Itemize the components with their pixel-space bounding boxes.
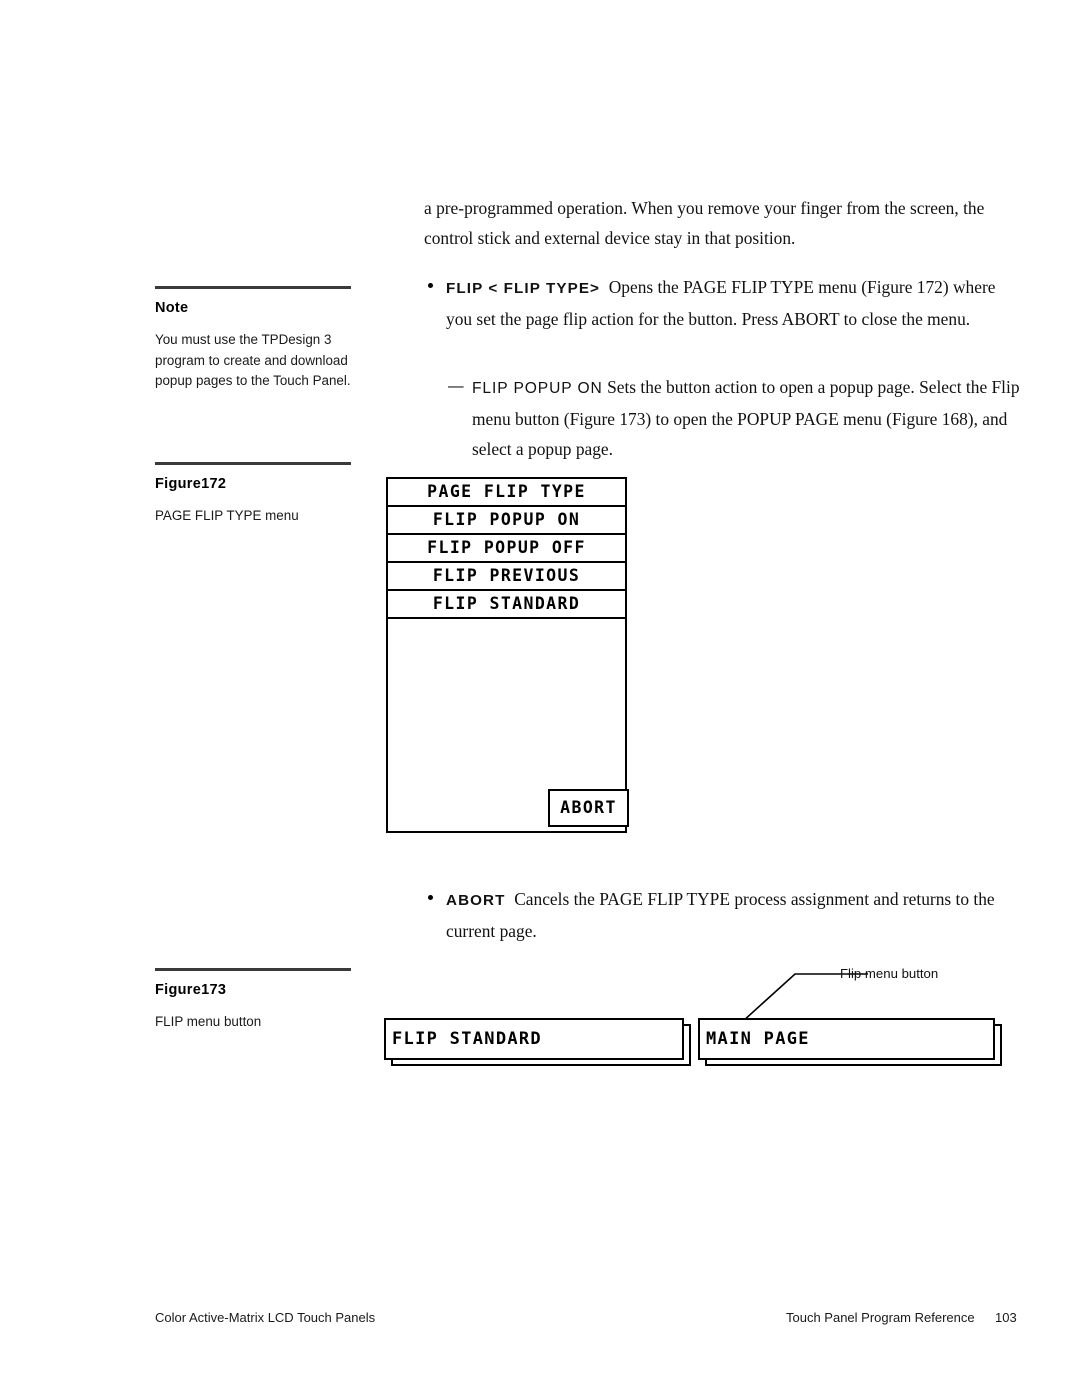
bullet-dot-icon <box>428 283 433 288</box>
flip-popup-term: FLIP POPUP ON <box>472 380 603 397</box>
flip-bullet-term: FLIP < FLIP TYPE> <box>446 280 601 297</box>
bullet-dot-icon <box>428 895 433 900</box>
menu-item-label: FLIP PREVIOUS <box>432 565 581 585</box>
intro-paragraph: a pre-programmed operation. When you rem… <box>424 198 985 248</box>
flip-standard-button-face[interactable]: FLIP STANDARD <box>384 1018 684 1060</box>
abort-bullet-block: ABORT Cancels the PAGE FLIP TYPE process… <box>424 884 1020 946</box>
main-page-touch-button[interactable]: MAIN PAGE <box>698 1018 1002 1066</box>
figure-173-rule <box>155 968 351 971</box>
flip-standard-button-label: FLIP STANDARD <box>392 1029 542 1049</box>
figure-172-rule <box>155 462 351 465</box>
figure-173-caption: FLIP menu button <box>155 1014 262 1029</box>
menu-item-label: FLIP POPUP ON <box>432 509 581 529</box>
figure-172-label: Figure172 <box>155 476 227 492</box>
note-heading: Note <box>155 300 189 316</box>
menu-title: PAGE FLIP TYPE <box>427 481 586 501</box>
menu-item-label: FLIP POPUP OFF <box>427 537 586 557</box>
menu-title-row: PAGE FLIP TYPE <box>388 479 625 507</box>
footer-left-text: Color Active-Matrix LCD Touch Panels <box>155 1310 376 1325</box>
main-page-button-face[interactable]: MAIN PAGE <box>698 1018 995 1060</box>
flip-popup-sub-block: — FLIP POPUP ON Sets the button action to… <box>448 372 1020 464</box>
flip-popup-sub: — FLIP POPUP ON Sets the button action to… <box>448 372 1020 464</box>
flip-bullet: FLIP < FLIP TYPE> Opens the PAGE FLIP TY… <box>424 272 1020 334</box>
abort-bullet-text: Cancels the PAGE FLIP TYPE process assig… <box>446 889 995 941</box>
abort-bullet-spacer <box>506 889 515 909</box>
em-dash-icon: — <box>448 378 464 395</box>
main-page-button-label: MAIN PAGE <box>706 1029 810 1049</box>
menu-item-flip-popup-on[interactable]: FLIP POPUP ON <box>388 507 625 535</box>
figure-172-caption-block: Figure172 PAGE FLIP TYPE menu <box>155 462 351 527</box>
page-flip-type-menu[interactable]: PAGE FLIP TYPE FLIP POPUP ON FLIP POPUP … <box>386 477 629 833</box>
flip-bullet-spacer <box>600 277 609 297</box>
flip-bullet-block: FLIP < FLIP TYPE> Opens the PAGE FLIP TY… <box>424 272 1020 334</box>
button-shadow-bottom <box>705 1060 1002 1066</box>
menu-abort-label: ABORT <box>560 797 617 817</box>
flip-standard-touch-button[interactable]: FLIP STANDARD <box>384 1018 691 1066</box>
note-body: You must use the TPDesign 3 program to c… <box>155 332 351 388</box>
menu-item-flip-standard[interactable]: FLIP STANDARD <box>388 591 625 619</box>
footer-center-text: Touch Panel Program Reference <box>786 1310 975 1325</box>
figure-173-caption-block: Figure173 FLIP menu button <box>155 968 351 1033</box>
menu-item-flip-previous[interactable]: FLIP PREVIOUS <box>388 563 625 591</box>
callout-label: Flip menu button <box>840 966 939 981</box>
button-shadow-bottom <box>391 1060 691 1066</box>
menu-abort-button[interactable]: ABORT <box>548 789 629 827</box>
intro-paragraph-block: a pre-programmed operation. When you rem… <box>424 193 1020 253</box>
note-rule <box>155 286 351 289</box>
abort-bullet-term: ABORT <box>446 892 506 909</box>
figure-173-label: Figure173 <box>155 982 227 998</box>
menu-empty-area: ABORT <box>388 619 629 827</box>
menu-item-label: FLIP STANDARD <box>432 593 581 613</box>
note-block: Note You must use the TPDesign 3 program… <box>155 286 351 392</box>
menu-item-flip-popup-off[interactable]: FLIP POPUP OFF <box>388 535 625 563</box>
abort-bullet: ABORT Cancels the PAGE FLIP TYPE process… <box>424 884 1020 946</box>
footer-page-number: 103 <box>995 1310 1017 1325</box>
figure-172-caption: PAGE FLIP TYPE menu <box>155 508 299 523</box>
